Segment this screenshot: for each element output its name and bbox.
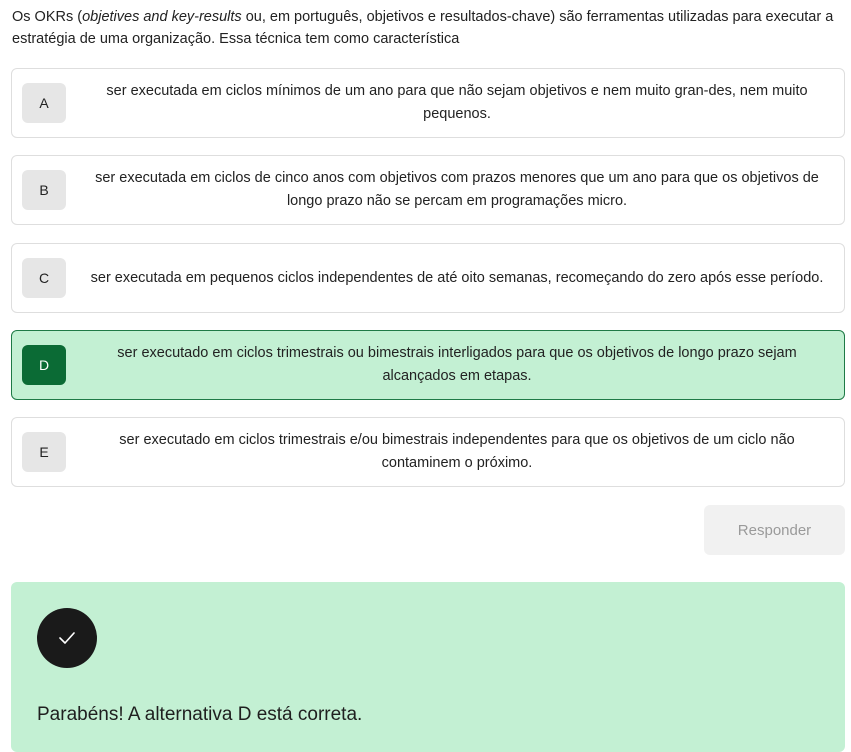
option-text: ser executada em pequenos ciclos indepen… (90, 269, 824, 286)
check-icon (59, 632, 75, 644)
option-letter: A (22, 83, 66, 123)
option-a[interactable]: A ser executada em ciclos mínimos de um … (11, 68, 845, 138)
option-letter: C (22, 258, 66, 298)
question-italic-term: objetives and key-results (82, 9, 242, 25)
option-c[interactable]: C ser executada em pequenos ciclos indep… (11, 243, 845, 313)
option-text: ser executado em ciclos trimestrais ou b… (117, 345, 797, 384)
option-e[interactable]: E ser executado em ciclos trimestrais e/… (11, 417, 845, 487)
success-badge (37, 608, 97, 668)
question-text: Os OKRs (objetives and key-results ou, e… (12, 6, 842, 50)
option-letter: D (22, 345, 66, 385)
option-b[interactable]: B ser executada em ciclos de cinco anos … (11, 155, 845, 225)
submit-button[interactable]: Responder (704, 505, 845, 555)
question-prefix: Os OKRs ( (12, 9, 83, 25)
option-letter: E (22, 432, 66, 472)
option-text: ser executado em ciclos trimestrais e/ou… (119, 432, 795, 471)
option-text: ser executada em ciclos mínimos de um an… (106, 83, 808, 122)
option-letter: B (22, 170, 66, 210)
option-text: ser executada em ciclos de cinco anos co… (95, 170, 819, 209)
feedback-panel: Parabéns! A alternativa D está correta. (11, 582, 845, 752)
option-d[interactable]: D ser executado em ciclos trimestrais ou… (11, 330, 845, 400)
feedback-message: Parabéns! A alternativa D está correta. (37, 704, 363, 725)
